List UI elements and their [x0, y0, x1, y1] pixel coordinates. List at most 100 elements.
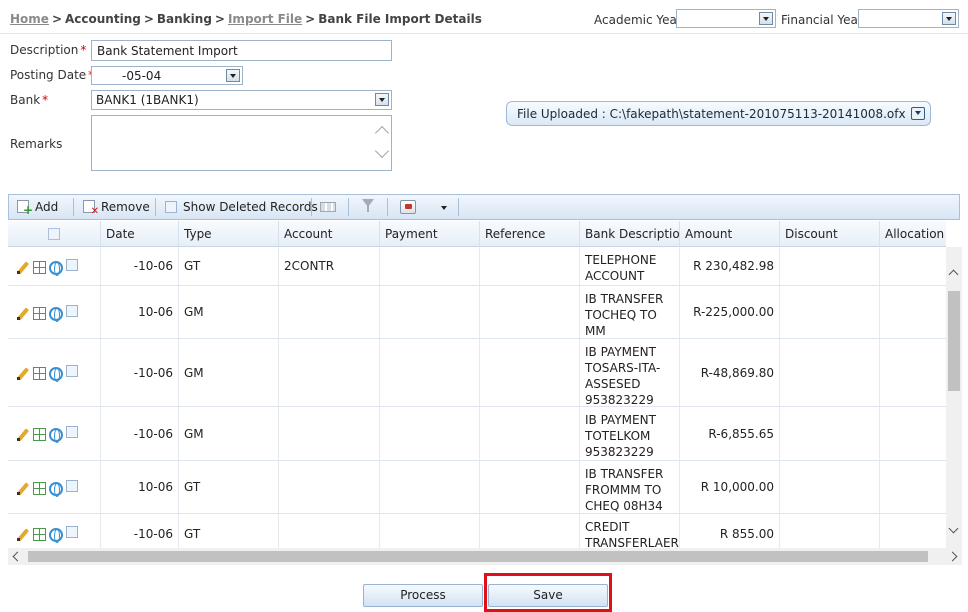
column-header-allocation[interactable]: Allocation A [879, 221, 946, 247]
split-icon[interactable] [33, 367, 46, 380]
row-checkbox[interactable] [66, 258, 78, 271]
cell-reference[interactable] [479, 514, 579, 548]
show-deleted-records-toggle[interactable]: Show Deleted Records [165, 200, 318, 214]
columns-icon[interactable] [320, 202, 336, 212]
scroll-up-icon[interactable] [374, 125, 390, 141]
description-field[interactable]: Bank Statement Import [91, 40, 392, 61]
globe-icon[interactable] [49, 366, 63, 382]
cell-amount[interactable]: R 230,482.98 [679, 247, 779, 285]
cell-account[interactable] [278, 407, 379, 460]
split-icon[interactable] [33, 261, 46, 274]
cell-bank-description[interactable]: IB TRANSFER FROMMM TO CHEQ 08H34 [579, 461, 679, 513]
edit-icon[interactable] [16, 528, 30, 542]
scroll-down-icon[interactable] [948, 523, 959, 534]
cell-date[interactable]: -10-06 [100, 247, 178, 285]
column-header-discount[interactable]: Discount [779, 221, 879, 247]
bank-select[interactable]: BANK1 (1BANK1) [91, 90, 392, 110]
split-icon[interactable] [33, 528, 46, 541]
cell-amount[interactable]: R-225,000.00 [679, 286, 779, 338]
edit-icon[interactable] [16, 307, 30, 321]
process-button[interactable]: Process [363, 584, 483, 607]
globe-icon[interactable] [49, 527, 63, 543]
cell-amount[interactable]: R-6,855.65 [679, 407, 779, 460]
remarks-field[interactable] [91, 115, 392, 171]
cell-allocation[interactable] [879, 286, 946, 338]
split-icon[interactable] [33, 482, 46, 495]
cell-account[interactable]: 2CONTR [278, 247, 379, 285]
calendar-dropdown-icon[interactable] [226, 69, 240, 82]
row-checkbox[interactable] [66, 425, 78, 438]
export-icon[interactable] [400, 200, 416, 214]
cell-amount[interactable]: R 855.00 [679, 514, 779, 548]
cell-allocation[interactable] [879, 247, 946, 285]
cell-date[interactable]: -10-06 [100, 407, 178, 460]
table-row[interactable]: -10-06 GT 2CONTR TELEPHONE ACCOUNT R 230,482… [8, 247, 946, 286]
remove-button[interactable]: Remove [83, 200, 150, 217]
cell-type[interactable]: GM [178, 407, 278, 460]
cell-allocation[interactable] [879, 407, 946, 460]
scroll-left-icon[interactable] [12, 551, 23, 562]
select-all-checkbox[interactable] [48, 228, 60, 240]
cell-bank-description[interactable]: IB TRANSFER TOCHEQ TO MM 11H42 [579, 286, 679, 338]
cell-date[interactable]: 10-06 [100, 461, 178, 513]
cell-date[interactable]: -10-06 [100, 339, 178, 406]
financial-year-select[interactable] [858, 9, 959, 28]
cell-type[interactable]: GM [178, 286, 278, 338]
edit-icon[interactable] [16, 428, 30, 442]
scrollbar-thumb[interactable] [28, 551, 928, 562]
column-header-date[interactable]: Date [100, 221, 178, 247]
breadcrumb-home-link[interactable]: Home [10, 12, 49, 26]
column-header-payment[interactable]: Payment [379, 221, 479, 247]
edit-icon[interactable] [16, 367, 30, 381]
cell-type[interactable]: GT [178, 461, 278, 513]
cell-reference[interactable] [479, 339, 579, 406]
edit-icon[interactable] [16, 261, 30, 275]
cell-type[interactable]: GM [178, 339, 278, 406]
column-header-type[interactable]: Type [178, 221, 278, 247]
cell-bank-description[interactable]: TELEPHONE ACCOUNT [579, 247, 679, 285]
horizontal-scrollbar[interactable] [8, 548, 962, 565]
posting-date-field[interactable]: -05-04 [91, 66, 243, 85]
cell-discount[interactable] [779, 339, 879, 406]
cell-discount[interactable] [779, 461, 879, 513]
cell-type[interactable]: GT [178, 514, 278, 548]
breadcrumb-import-file-link[interactable]: Import File [228, 12, 302, 26]
cell-amount[interactable]: R-48,869.80 [679, 339, 779, 406]
row-checkbox[interactable] [66, 479, 78, 492]
cell-discount[interactable] [779, 247, 879, 285]
globe-icon[interactable] [49, 427, 63, 443]
split-icon[interactable] [33, 428, 46, 441]
cell-payment[interactable] [379, 286, 479, 338]
cell-allocation[interactable] [879, 461, 946, 513]
cell-account[interactable] [278, 339, 379, 406]
split-icon[interactable] [33, 307, 46, 320]
cell-bank-description[interactable]: IB PAYMENT TOTELKOM 953823229 [579, 407, 679, 460]
edit-icon[interactable] [16, 482, 30, 496]
cell-reference[interactable] [479, 407, 579, 460]
scroll-right-icon[interactable] [947, 551, 958, 562]
chevron-down-icon[interactable] [910, 107, 925, 120]
column-header-bank-description[interactable]: Bank Description [579, 221, 679, 247]
table-row[interactable]: 10-06GM IB TRANSFER TOCHEQ TO MM 11H42R-2… [8, 286, 946, 339]
cell-reference[interactable] [479, 286, 579, 338]
cell-discount[interactable] [779, 286, 879, 338]
cell-type[interactable]: GT [178, 247, 278, 285]
column-header-amount[interactable]: Amount [679, 221, 779, 247]
scroll-up-icon[interactable] [948, 269, 959, 280]
filter-icon[interactable] [362, 199, 374, 213]
cell-account[interactable] [278, 286, 379, 338]
table-row[interactable]: -10-06 GM IB PAYMENT TOSARS-ITA- ASSESED 9… [8, 339, 946, 407]
chevron-down-icon[interactable] [375, 93, 389, 106]
vertical-scrollbar[interactable] [946, 247, 962, 548]
table-row[interactable]: 10-06 GT IB TRANSFER FROMMM TO CHEQ 08H34 R… [8, 461, 946, 514]
row-checkbox[interactable] [66, 364, 78, 377]
table-row[interactable]: -10-06GT CREDIT TRANSFERLAERSHR 855.00 [8, 514, 946, 548]
cell-discount[interactable] [779, 514, 879, 548]
scrollbar-thumb[interactable] [948, 291, 960, 391]
cell-bank-description[interactable]: IB PAYMENT TOSARS-ITA- ASSESED 953823229 [579, 339, 679, 406]
cell-account[interactable] [278, 514, 379, 548]
row-checkbox[interactable] [66, 525, 78, 538]
cell-bank-description[interactable]: CREDIT TRANSFERLAERSH [579, 514, 679, 548]
column-header-account[interactable]: Account [278, 221, 379, 247]
cell-payment[interactable] [379, 247, 479, 285]
